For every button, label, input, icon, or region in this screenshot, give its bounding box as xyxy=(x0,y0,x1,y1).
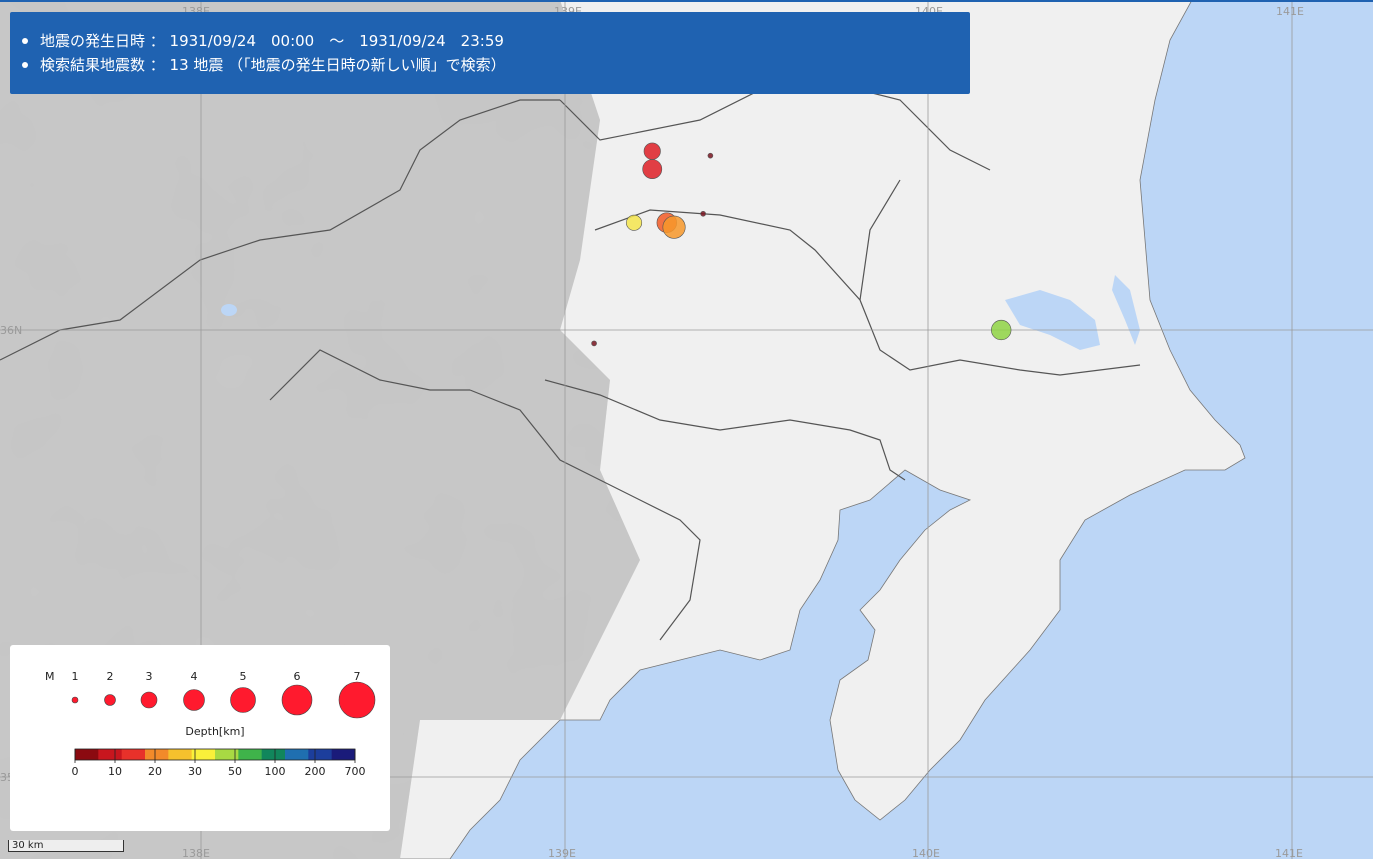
legend-graphic: M 1 2 3 4 5 6 7 Depth[km] 0 10 20 30 50 100 200 700 xyxy=(45,670,376,778)
legend-depth-swatch xyxy=(75,749,99,760)
legend-mag-label: 6 xyxy=(294,670,301,683)
scale-bar-label: 30 km xyxy=(12,840,44,851)
lake-small xyxy=(221,304,237,316)
legend-depth-scale: 0 10 20 30 50 100 200 700 xyxy=(72,748,366,778)
legend-depth-label: 200 xyxy=(305,765,326,778)
bullet-icon xyxy=(22,38,28,44)
scale-bar: 30 km xyxy=(8,840,124,852)
info-datetime: 地震の発生日時 ： 1931/09/24 00:00 ～ 1931/09/24 … xyxy=(40,32,504,50)
earthquake-marker[interactable] xyxy=(700,210,706,217)
legend-depth-swatch xyxy=(285,749,309,760)
legend-mag-circle xyxy=(338,681,376,719)
legend-depth-label: 20 xyxy=(148,765,162,778)
legend-depth-label: 30 xyxy=(188,765,202,778)
legend-mag-label: 2 xyxy=(107,670,114,683)
legend-magnitudes: 1 2 3 4 5 6 7 xyxy=(71,670,376,719)
legend-mag-title: M xyxy=(45,670,55,683)
legend-depth-label: 100 xyxy=(265,765,286,778)
lon-label-140-bottom: 140E xyxy=(912,847,940,859)
lon-label-138-bottom: 138E xyxy=(182,847,210,859)
legend-panel: M 1 2 3 4 5 6 7 Depth[km] 0 10 20 30 50 100 200 700 xyxy=(10,645,390,831)
earthquake-marker[interactable] xyxy=(591,340,597,347)
legend-depth-swatch xyxy=(261,749,286,760)
legend-depth-label: 50 xyxy=(228,765,242,778)
earthquake-marker[interactable] xyxy=(643,142,661,160)
earthquake-marker[interactable] xyxy=(626,214,643,231)
legend-depth-label: 10 xyxy=(108,765,122,778)
info-datetime-row: 地震の発生日時 ： 1931/09/24 00:00 ～ 1931/09/24 … xyxy=(22,29,970,53)
legend-mag-label: 5 xyxy=(240,670,247,683)
legend-depth-title: Depth[km] xyxy=(185,725,244,738)
legend-mag-circle xyxy=(230,687,256,713)
legend-depth-swatch xyxy=(145,749,169,760)
legend-depth-label: 700 xyxy=(345,765,366,778)
legend-depth-swatch xyxy=(331,749,356,760)
legend-mag-circle xyxy=(140,691,158,709)
legend-depth-swatch xyxy=(121,749,146,760)
lat-label-36: 36N xyxy=(0,324,22,337)
legend-depth-swatch xyxy=(98,749,123,760)
legend-mag-label: 3 xyxy=(146,670,153,683)
legend-depth-swatch xyxy=(238,749,263,760)
legend-depth-label: 0 xyxy=(72,765,79,778)
earthquake-marker[interactable] xyxy=(707,152,714,159)
lon-label-141-bottom: 141E xyxy=(1275,847,1303,859)
info-count: 検索結果地震数 ： 13 地震 （「地震の発生日時の新しい順」で検索） xyxy=(40,56,506,74)
legend-depth-swatch xyxy=(308,749,333,760)
legend-mag-label: 4 xyxy=(191,670,198,683)
earthquake-marker[interactable] xyxy=(662,215,686,239)
legend-mag-label: 7 xyxy=(354,670,361,683)
top-accent-line xyxy=(0,0,1373,2)
legend-mag-circle xyxy=(104,694,116,706)
legend-mag-circle xyxy=(183,689,205,711)
earthquake-marker[interactable] xyxy=(642,159,663,179)
legend-mag-circle xyxy=(281,684,313,716)
earthquake-marker[interactable] xyxy=(991,319,1012,341)
bullet-icon xyxy=(22,62,28,68)
legend-mag-circle xyxy=(71,696,79,704)
info-count-row: 検索結果地震数 ： 13 地震 （「地震の発生日時の新しい順」で検索） xyxy=(22,53,970,77)
search-info-panel: 地震の発生日時 ： 1931/09/24 00:00 ～ 1931/09/24 … xyxy=(10,12,970,94)
legend-mag-label: 1 xyxy=(72,670,79,683)
lon-label-139-bottom: 139E xyxy=(548,847,576,859)
legend-depth-swatch xyxy=(168,749,193,760)
lon-label-141: 141E xyxy=(1276,5,1304,18)
